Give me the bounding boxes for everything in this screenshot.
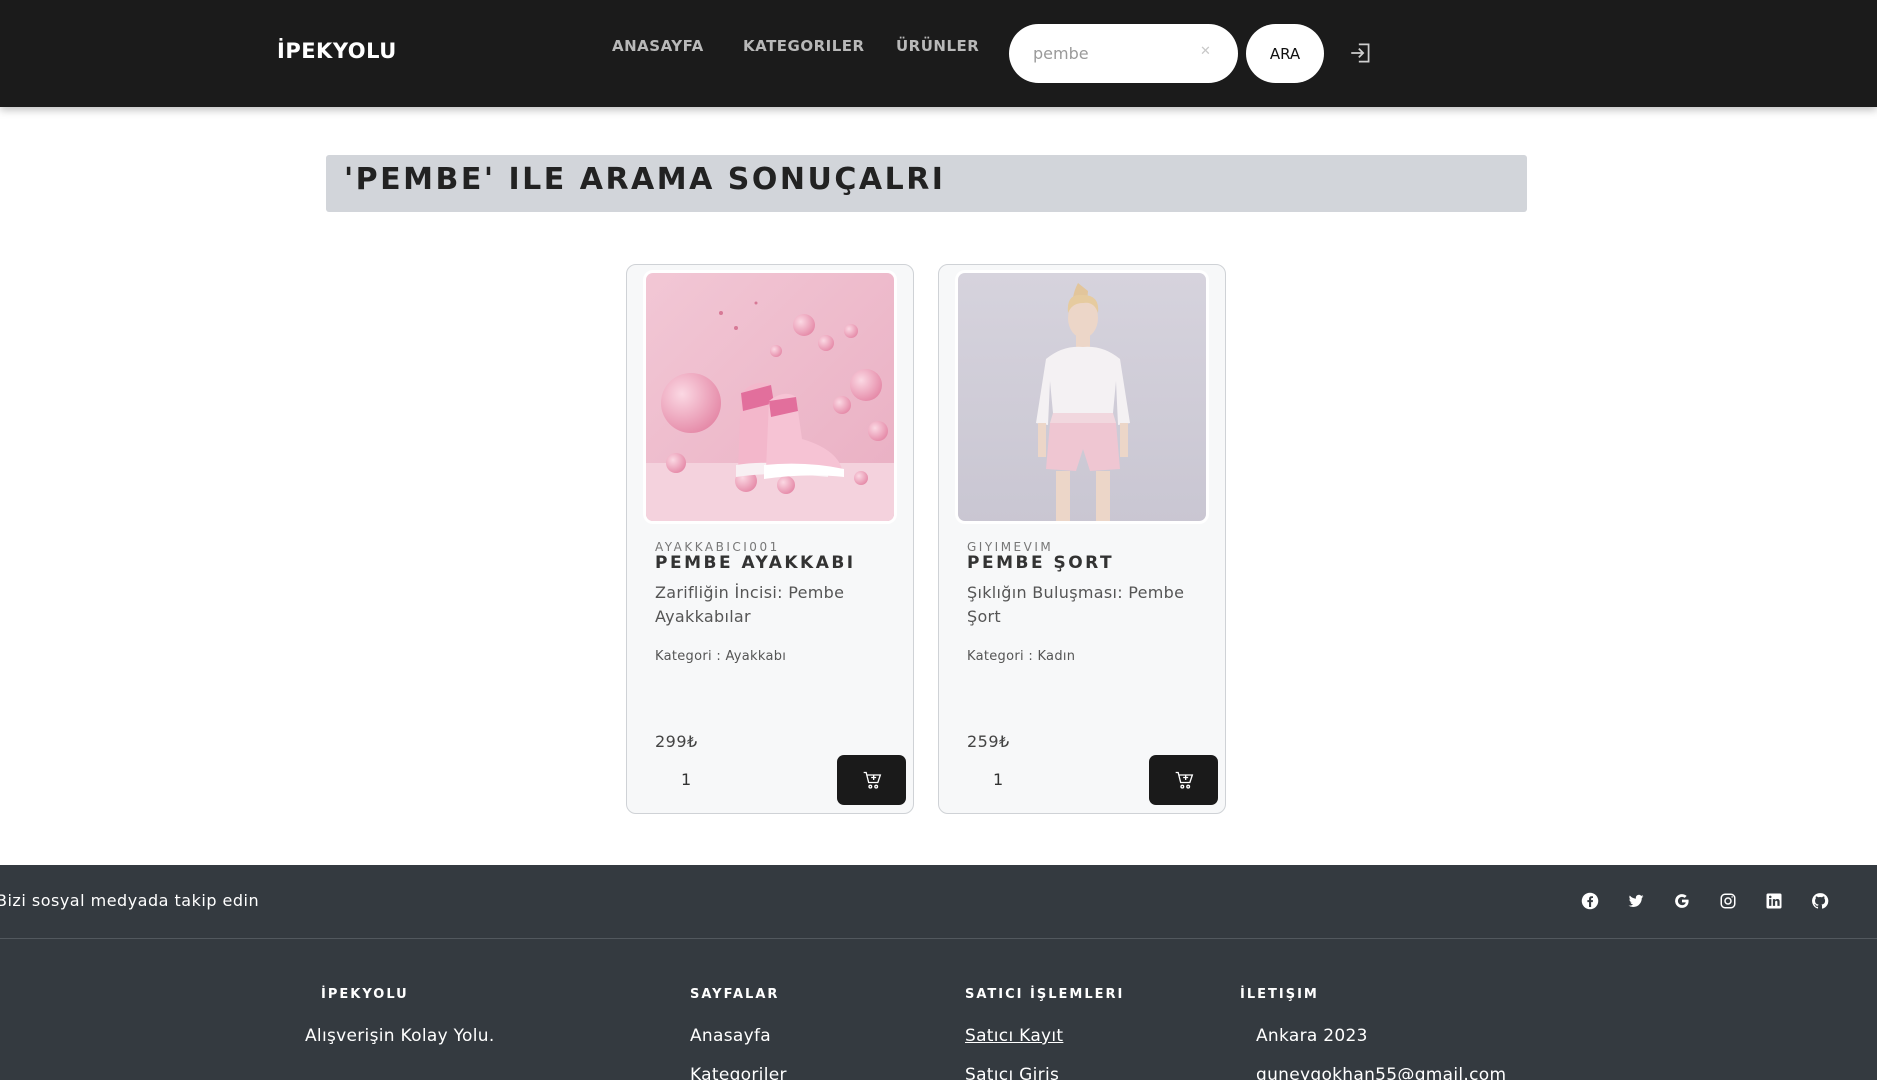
product-image[interactable] (955, 270, 1209, 524)
product-price: 299₺ (655, 732, 698, 751)
social-follow-text: Bizi sosyal medyada takip edin (0, 891, 260, 910)
footer-link-seller-login[interactable]: Satıcı Giriş (965, 1065, 1059, 1080)
product-name[interactable]: PEMBE ŞORT (967, 553, 1114, 573)
nav-categories[interactable]: KATEGORILER (743, 37, 865, 55)
product-description: Şıklığın Buluşması: Pembe Şort (967, 583, 1185, 626)
footer-link-seller-register[interactable]: Satıcı Kayıt (965, 1026, 1063, 1046)
product-card: AYAKKABICI001 PEMBE AYAKKABI Zarifliğin … (626, 264, 914, 814)
pink-sneakers-photo (646, 273, 894, 521)
product-card: GIYIMEVIM PEMBE ŞORT Şıklığın Buluşması:… (938, 264, 1226, 814)
footer: Bizi sosyal medyada takip edin İPEKYOLU … (0, 865, 1877, 1080)
github-icon[interactable] (1811, 892, 1829, 910)
footer-contact-email[interactable]: guneygokhan55@gmail.com (1256, 1065, 1506, 1080)
footer-seller-heading: SATICI İŞLEMLERI (965, 987, 1125, 1002)
product-image[interactable] (643, 270, 897, 524)
footer-link-categories[interactable]: Kategoriler (690, 1065, 787, 1080)
cart-icon (863, 771, 881, 789)
quantity-input[interactable] (969, 754, 1151, 804)
product-name[interactable]: PEMBE AYAKKABI (655, 553, 856, 573)
quantity-input[interactable] (657, 754, 839, 804)
product-seller: GIYIMEVIM (967, 540, 1054, 554)
footer-slogan: Alışverişin Kolay Yolu. (305, 1026, 495, 1046)
product-description: Zarifliğin İncisi: Pembe Ayakkabılar (655, 583, 845, 626)
facebook-icon[interactable] (1581, 892, 1599, 910)
instagram-icon[interactable] (1719, 892, 1737, 910)
product-category: Kategori : Ayakkabı (655, 649, 787, 664)
brand-logo[interactable]: İPEKYOLU (277, 39, 397, 63)
search-button[interactable]: ARA (1246, 24, 1324, 83)
login-icon[interactable] (1348, 40, 1374, 66)
nav-home[interactable]: ANASAYFA (612, 37, 704, 55)
nav-products[interactable]: ÜRÜNLER (896, 37, 979, 55)
product-category: Kategori : Kadın (967, 649, 1076, 664)
footer-brand-heading: İPEKYOLU (321, 987, 409, 1002)
footer-link-home[interactable]: Anasayfa (690, 1026, 771, 1046)
footer-pages-heading: SAYFALAR (690, 987, 780, 1002)
cart-icon (1175, 771, 1193, 789)
linkedin-icon[interactable] (1765, 892, 1783, 910)
twitter-icon[interactable] (1627, 892, 1645, 910)
footer-contact-heading: İLETIŞIM (1240, 987, 1319, 1002)
add-to-cart-button[interactable] (837, 755, 906, 805)
clear-icon[interactable]: ✕ (1200, 44, 1211, 59)
add-to-cart-button[interactable] (1149, 755, 1218, 805)
footer-divider (0, 938, 1877, 939)
pink-shorts-model-photo (958, 273, 1206, 521)
google-icon[interactable] (1673, 892, 1691, 910)
footer-contact-location: Ankara 2023 (1256, 1026, 1368, 1046)
navbar: İPEKYOLU ANASAYFA KATEGORILER ÜRÜNLER ✕ … (0, 0, 1877, 107)
results-title: 'PEMBE' ILE ARAMA SONUÇALRI (344, 162, 946, 197)
product-price: 259₺ (967, 732, 1010, 751)
product-seller: AYAKKABICI001 (655, 540, 780, 554)
results-title-bar: 'PEMBE' ILE ARAMA SONUÇALRI (326, 155, 1527, 212)
